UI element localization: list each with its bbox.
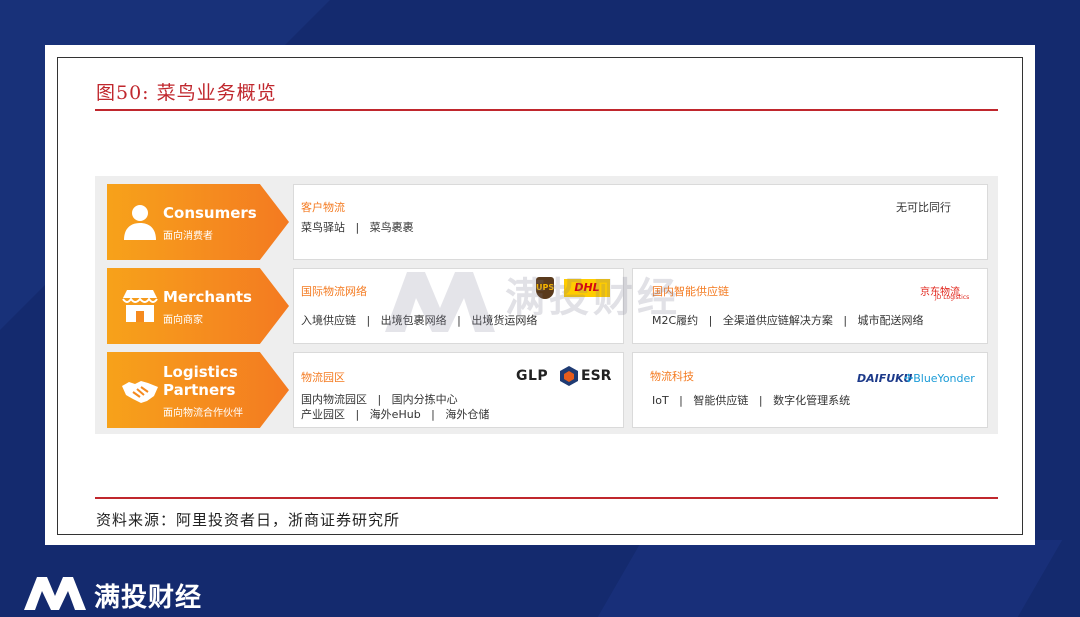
panel-title: 物流科技 [650, 370, 694, 383]
esr-logo: ESR [581, 368, 612, 384]
row-label-en: Merchants [163, 288, 252, 306]
panel-items: IoT | 智能供应链 | 数字化管理系统 [652, 394, 851, 407]
peer-note: 无可比同行 [896, 201, 951, 214]
row-label-cn: 面向消费者 [163, 231, 213, 242]
watermark-text: 满投财经 [505, 275, 681, 321]
watermark-logo-icon [385, 272, 495, 332]
blueyonder-logo: ✣BlueYonder [904, 372, 975, 385]
handshake-icon [122, 381, 158, 403]
person-icon [124, 205, 156, 240]
panel-title: 客户物流 [301, 201, 345, 214]
brand-name: 满投财经 [94, 583, 203, 613]
source-note: 资料来源：阿里投资者日，浙商证券研究所 [96, 511, 401, 529]
arrow-merchants: Merchants 面向商家 [107, 268, 289, 344]
panel-items: M2C履约 | 全渠道供应链解决方案 | 城市配送网络 [652, 314, 924, 327]
panel-items: 国内物流园区 | 国内分拣中心 [301, 393, 458, 406]
panel-logistics-tech [632, 352, 988, 428]
panel-title: 物流园区 [301, 371, 345, 384]
panel-domestic-supply-chain [632, 268, 988, 344]
panel-title: 国际物流网络 [301, 285, 367, 298]
row-label-cn: 面向物流合作伙伴 [163, 408, 243, 419]
row-label-en: Partners [163, 381, 236, 399]
arrow-logistics-partners: Logistics Partners 面向物流合作伙伴 [107, 352, 289, 428]
source-rule [95, 497, 998, 499]
arrow-consumers: Consumers 面向消费者 [107, 184, 289, 260]
title-rule [95, 109, 998, 111]
glp-logo: GLP [516, 368, 549, 384]
esr-hexagon-icon [560, 366, 578, 386]
row-label-cn: 面向商家 [163, 315, 203, 326]
row-label-en: Logistics [163, 363, 238, 381]
figure-title: 图50: 菜鸟业务概览 [96, 82, 277, 104]
panel-items: 产业园区 | 海外eHub | 海外仓储 [301, 408, 490, 421]
jd-logistics-logo-en: JD Logistics [935, 294, 970, 301]
background-shape [597, 540, 1063, 617]
panel-items: 菜鸟驿站 | 菜鸟裹裹 [301, 221, 414, 234]
brand-logo-icon [24, 577, 86, 610]
row-label-en: Consumers [163, 204, 257, 222]
store-icon [122, 290, 158, 322]
